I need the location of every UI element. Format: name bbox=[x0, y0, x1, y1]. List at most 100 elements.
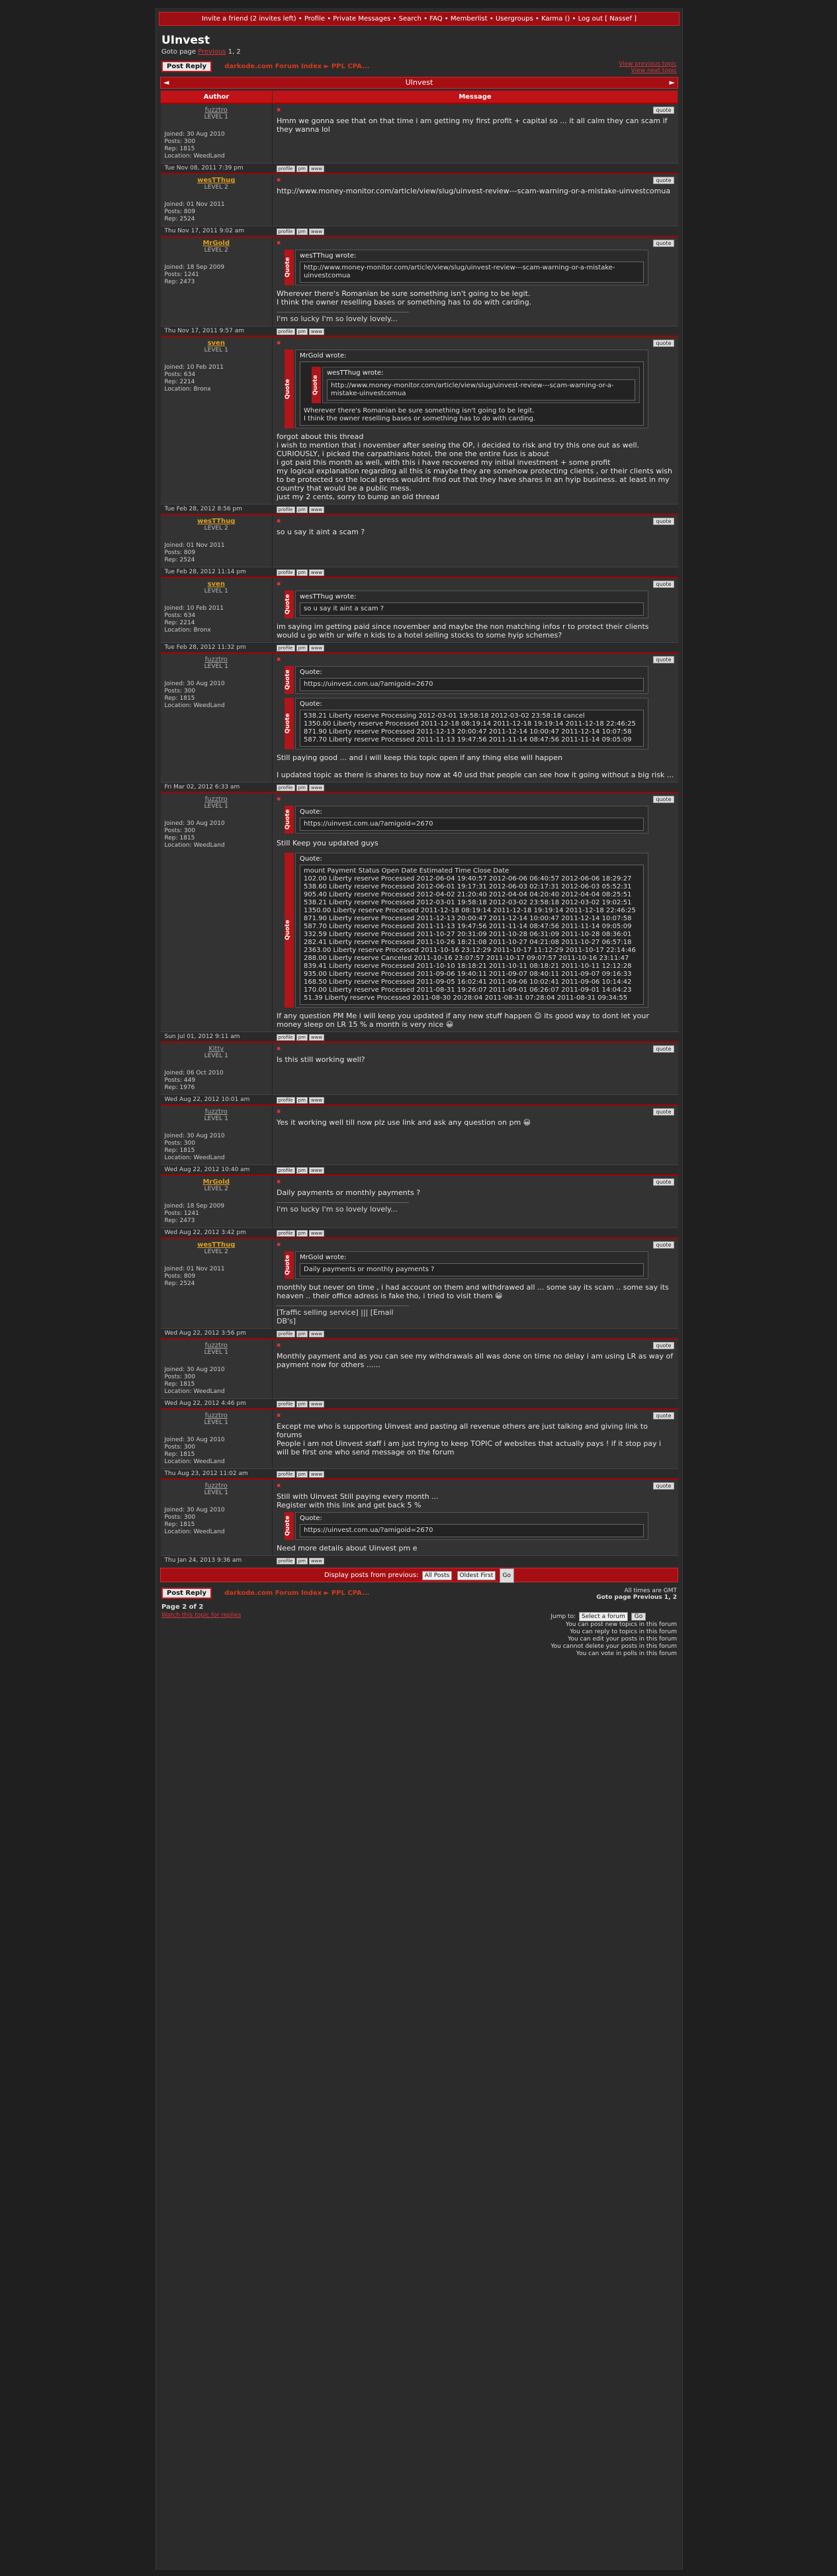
www-button[interactable]: www bbox=[308, 644, 325, 651]
profile-button[interactable]: profile bbox=[276, 506, 295, 513]
username-link[interactable]: fuzztro bbox=[165, 1412, 269, 1419]
www-button[interactable]: www bbox=[308, 1400, 325, 1407]
username-link[interactable]: fuzztro bbox=[165, 796, 269, 803]
profile-button[interactable]: profile bbox=[276, 1400, 295, 1407]
post-reply-button-bottom[interactable]: Post Reply bbox=[161, 1588, 212, 1599]
quote-button[interactable]: quote bbox=[653, 518, 674, 525]
profile-button[interactable]: profile bbox=[276, 1330, 295, 1337]
profile-button[interactable]: profile bbox=[276, 784, 295, 791]
www-button[interactable]: www bbox=[308, 228, 325, 235]
profile-button[interactable]: profile bbox=[276, 228, 295, 235]
display-posts-select[interactable]: All Posts bbox=[421, 1571, 453, 1580]
post-text: Hmm we gonna see that on that time i am … bbox=[277, 117, 668, 134]
username-link[interactable]: fuzztro bbox=[165, 1108, 269, 1116]
breadcrumb-bottom[interactable]: darkode.com Forum Index ► PPL CPA... bbox=[224, 1590, 369, 1597]
quote-button[interactable]: quote bbox=[653, 107, 674, 114]
username-link[interactable]: fuzztro bbox=[165, 1342, 269, 1349]
post-link[interactable]: http://www.money-monitor.com/article/vie… bbox=[277, 187, 674, 195]
jump-go-button[interactable]: Go bbox=[631, 1613, 646, 1621]
quote-button[interactable]: quote bbox=[653, 1241, 674, 1249]
www-button[interactable]: www bbox=[308, 569, 325, 576]
pm-button[interactable]: pm bbox=[296, 1557, 308, 1564]
breadcrumb[interactable]: darkode.com Forum Index ► PPL CPA... bbox=[224, 63, 369, 70]
pm-button[interactable]: pm bbox=[296, 1470, 308, 1478]
www-button[interactable]: www bbox=[308, 1033, 325, 1041]
quote-button[interactable]: quote bbox=[653, 340, 674, 347]
go-button[interactable]: Go bbox=[499, 1568, 515, 1583]
quote-button[interactable]: quote bbox=[653, 656, 674, 663]
view-next-topic-link[interactable]: View next topic bbox=[619, 68, 677, 74]
www-button[interactable]: www bbox=[308, 506, 325, 513]
pm-button[interactable]: pm bbox=[296, 506, 308, 513]
view-previous-topic-link[interactable]: View previous topic bbox=[619, 61, 677, 68]
username-link[interactable]: wesTThug bbox=[165, 177, 269, 184]
www-button[interactable]: www bbox=[308, 1096, 325, 1104]
username-link[interactable]: wesTThug bbox=[165, 518, 269, 525]
arrow-left-icon[interactable]: ◄ bbox=[163, 77, 169, 88]
www-button[interactable]: www bbox=[308, 1470, 325, 1478]
pm-button[interactable]: pm bbox=[296, 1400, 308, 1407]
top-navigation[interactable]: Invite a friend (2 invites left) • Profi… bbox=[159, 12, 680, 26]
profile-button[interactable]: profile bbox=[276, 569, 295, 576]
joined-date: Joined: 06 Oct 2010 bbox=[164, 1070, 224, 1076]
www-button[interactable]: www bbox=[308, 1229, 325, 1237]
username-link[interactable]: MrGold bbox=[165, 240, 269, 247]
sort-order-select[interactable]: Oldest First bbox=[457, 1571, 496, 1580]
quote-button[interactable]: quote bbox=[653, 177, 674, 184]
pm-button[interactable]: pm bbox=[296, 1096, 308, 1104]
username-link[interactable]: Kitty bbox=[165, 1045, 269, 1053]
username-link[interactable]: fuzztro bbox=[165, 107, 269, 114]
quote-button[interactable]: quote bbox=[653, 1178, 674, 1186]
post-icon: ▪ bbox=[277, 1342, 281, 1349]
quote-label: Quote bbox=[285, 1512, 294, 1540]
username-link[interactable]: fuzztro bbox=[165, 656, 269, 663]
www-button[interactable]: www bbox=[308, 1167, 325, 1174]
topic-title: UInvest bbox=[405, 78, 433, 87]
www-button[interactable]: www bbox=[308, 1330, 325, 1337]
username-link[interactable]: sven bbox=[165, 340, 269, 347]
quote-button[interactable]: quote bbox=[653, 581, 674, 588]
arrow-right-icon[interactable]: ► bbox=[670, 77, 675, 88]
username-link[interactable]: wesTThug bbox=[165, 1241, 269, 1249]
pm-button[interactable]: pm bbox=[296, 1167, 308, 1174]
www-button[interactable]: www bbox=[308, 784, 325, 791]
quote-button[interactable]: quote bbox=[653, 1342, 674, 1349]
goto-page-bottom[interactable]: Goto page Previous 1, 2 bbox=[596, 1594, 677, 1601]
profile-button[interactable]: profile bbox=[276, 644, 295, 651]
pm-button[interactable]: pm bbox=[296, 784, 308, 791]
profile-button[interactable]: profile bbox=[276, 165, 295, 172]
profile-button[interactable]: profile bbox=[276, 1033, 295, 1041]
www-button[interactable]: www bbox=[308, 328, 325, 335]
reputation: Rep: 2524 bbox=[164, 1280, 195, 1287]
profile-button[interactable]: profile bbox=[276, 1096, 295, 1104]
username-link[interactable]: fuzztro bbox=[165, 1482, 269, 1490]
username-link[interactable]: sven bbox=[165, 581, 269, 588]
pm-button[interactable]: pm bbox=[296, 1033, 308, 1041]
pm-button[interactable]: pm bbox=[296, 644, 308, 651]
post-signature: I'm so lucky I'm so lovely lovely... bbox=[277, 312, 409, 323]
pm-button[interactable]: pm bbox=[296, 165, 308, 172]
quote-button[interactable]: quote bbox=[653, 240, 674, 247]
profile-button[interactable]: profile bbox=[276, 1167, 295, 1174]
profile-button[interactable]: profile bbox=[276, 1470, 295, 1478]
www-button[interactable]: www bbox=[308, 165, 325, 172]
quote-button[interactable]: quote bbox=[653, 796, 674, 803]
quote-button[interactable]: quote bbox=[653, 1108, 674, 1116]
pm-button[interactable]: pm bbox=[296, 328, 308, 335]
quote-button[interactable]: quote bbox=[653, 1045, 674, 1053]
profile-button[interactable]: profile bbox=[276, 1557, 295, 1564]
jump-to-select[interactable]: Select a forum bbox=[579, 1612, 628, 1621]
www-button[interactable]: www bbox=[308, 1557, 325, 1564]
goto-prev-link[interactable]: Previous bbox=[198, 48, 226, 56]
pm-button[interactable]: pm bbox=[296, 228, 308, 235]
profile-button[interactable]: profile bbox=[276, 328, 295, 335]
quote-button[interactable]: quote bbox=[653, 1412, 674, 1419]
pm-button[interactable]: pm bbox=[296, 569, 308, 576]
pm-button[interactable]: pm bbox=[296, 1229, 308, 1237]
pm-button[interactable]: pm bbox=[296, 1330, 308, 1337]
post-reply-button[interactable]: Post Reply bbox=[161, 61, 212, 72]
username-link[interactable]: MrGold bbox=[165, 1178, 269, 1186]
profile-button[interactable]: profile bbox=[276, 1229, 295, 1237]
quote-button[interactable]: quote bbox=[653, 1482, 674, 1490]
watch-topic-link[interactable]: Watch this topic for replies bbox=[161, 1612, 241, 1658]
